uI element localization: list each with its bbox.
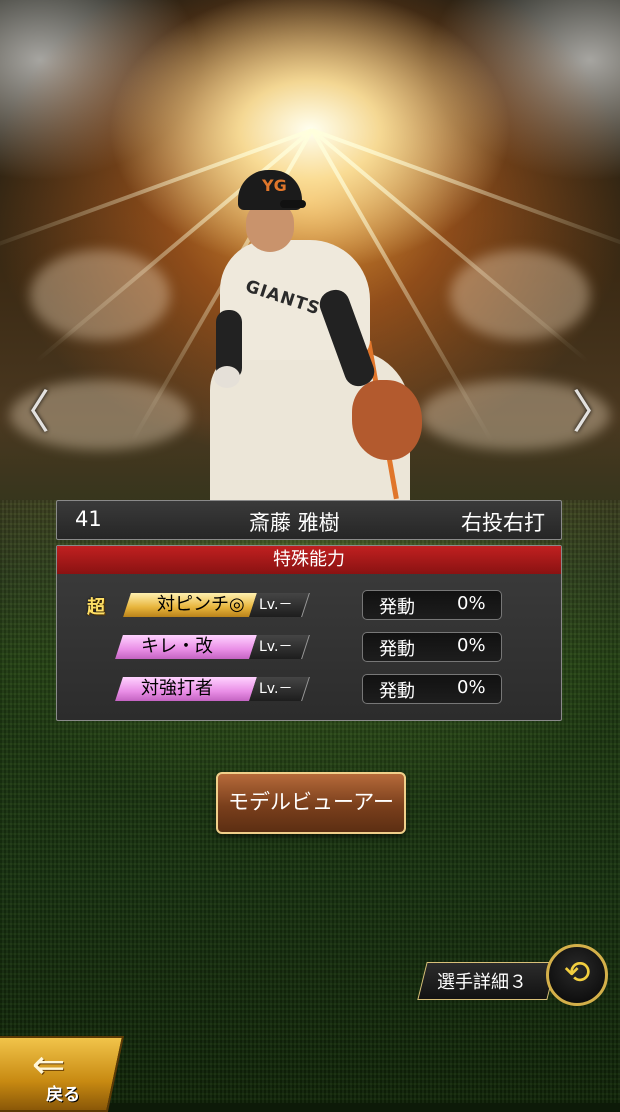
back-button[interactable]: ⇐ 戻る <box>0 1036 125 1112</box>
ability-name-chip: キレ・改 <box>115 635 257 659</box>
player-detail-button[interactable]: 選手詳細３ <box>417 962 557 1000</box>
ability-row[interactable]: キレ・改 Lv.－ 発動 0% <box>57 632 561 662</box>
activation-label: 発動 <box>379 681 415 702</box>
switch-button[interactable]: ⟲ <box>546 944 608 1006</box>
activation-rate: 発動 0% <box>362 632 502 662</box>
chevron-left-icon[interactable]: 〈 <box>4 376 50 442</box>
ability-level: Lv.－ <box>249 593 310 617</box>
abilities-header: 特殊能力 <box>57 546 561 574</box>
back-label: 戻る <box>46 1085 81 1105</box>
player-info-bar: 41 斎藤 雅樹 右投右打 <box>56 500 562 540</box>
cloud <box>30 250 170 340</box>
baseball-glove <box>352 380 422 460</box>
player-number: 41 <box>75 507 102 531</box>
activation-label: 発動 <box>379 639 415 660</box>
ability-name: 対強打者 <box>141 678 213 699</box>
cap-brim <box>280 200 306 208</box>
activation-label: 発動 <box>379 597 415 618</box>
ability-level: Lv.－ <box>249 635 310 659</box>
ability-row[interactable]: 対強打者 Lv.－ 発動 0% <box>57 674 561 704</box>
chevron-right-icon[interactable]: 〉 <box>572 376 618 442</box>
activation-rate: 発動 0% <box>362 674 502 704</box>
abilities-panel: 特殊能力 対ピンチ◎ 超 Lv.－ 発動 0% キレ・改 Lv.－ 発動 0% … <box>56 545 562 721</box>
model-viewer-button[interactable]: モデルビューアー <box>216 772 406 834</box>
activation-value: 0% <box>457 635 486 656</box>
player-detail-label: 選手詳細３ <box>437 972 527 993</box>
activation-rate: 発動 0% <box>362 590 502 620</box>
super-badge: 超 <box>87 597 105 618</box>
ability-level: Lv.－ <box>249 677 310 701</box>
activation-value: 0% <box>457 677 486 698</box>
ability-name: キレ・改 <box>141 636 213 657</box>
ability-name-chip: 対強打者 <box>115 677 257 701</box>
player-handedness: 右投右打 <box>461 511 545 535</box>
ability-name: 対ピンチ◎ <box>157 594 245 615</box>
activation-value: 0% <box>457 593 486 614</box>
cloud <box>450 250 590 340</box>
switch-icon: ⟲ <box>563 953 591 991</box>
ability-name-chip: 対ピンチ◎ <box>123 593 257 617</box>
player-name: 斎藤 雅樹 <box>249 511 340 535</box>
ability-row[interactable]: 対ピンチ◎ 超 Lv.－ 発動 0% <box>57 590 561 620</box>
baseball <box>214 366 240 388</box>
player-figure: GIANTS YG <box>200 170 440 510</box>
cap-logo: YG <box>262 176 287 195</box>
